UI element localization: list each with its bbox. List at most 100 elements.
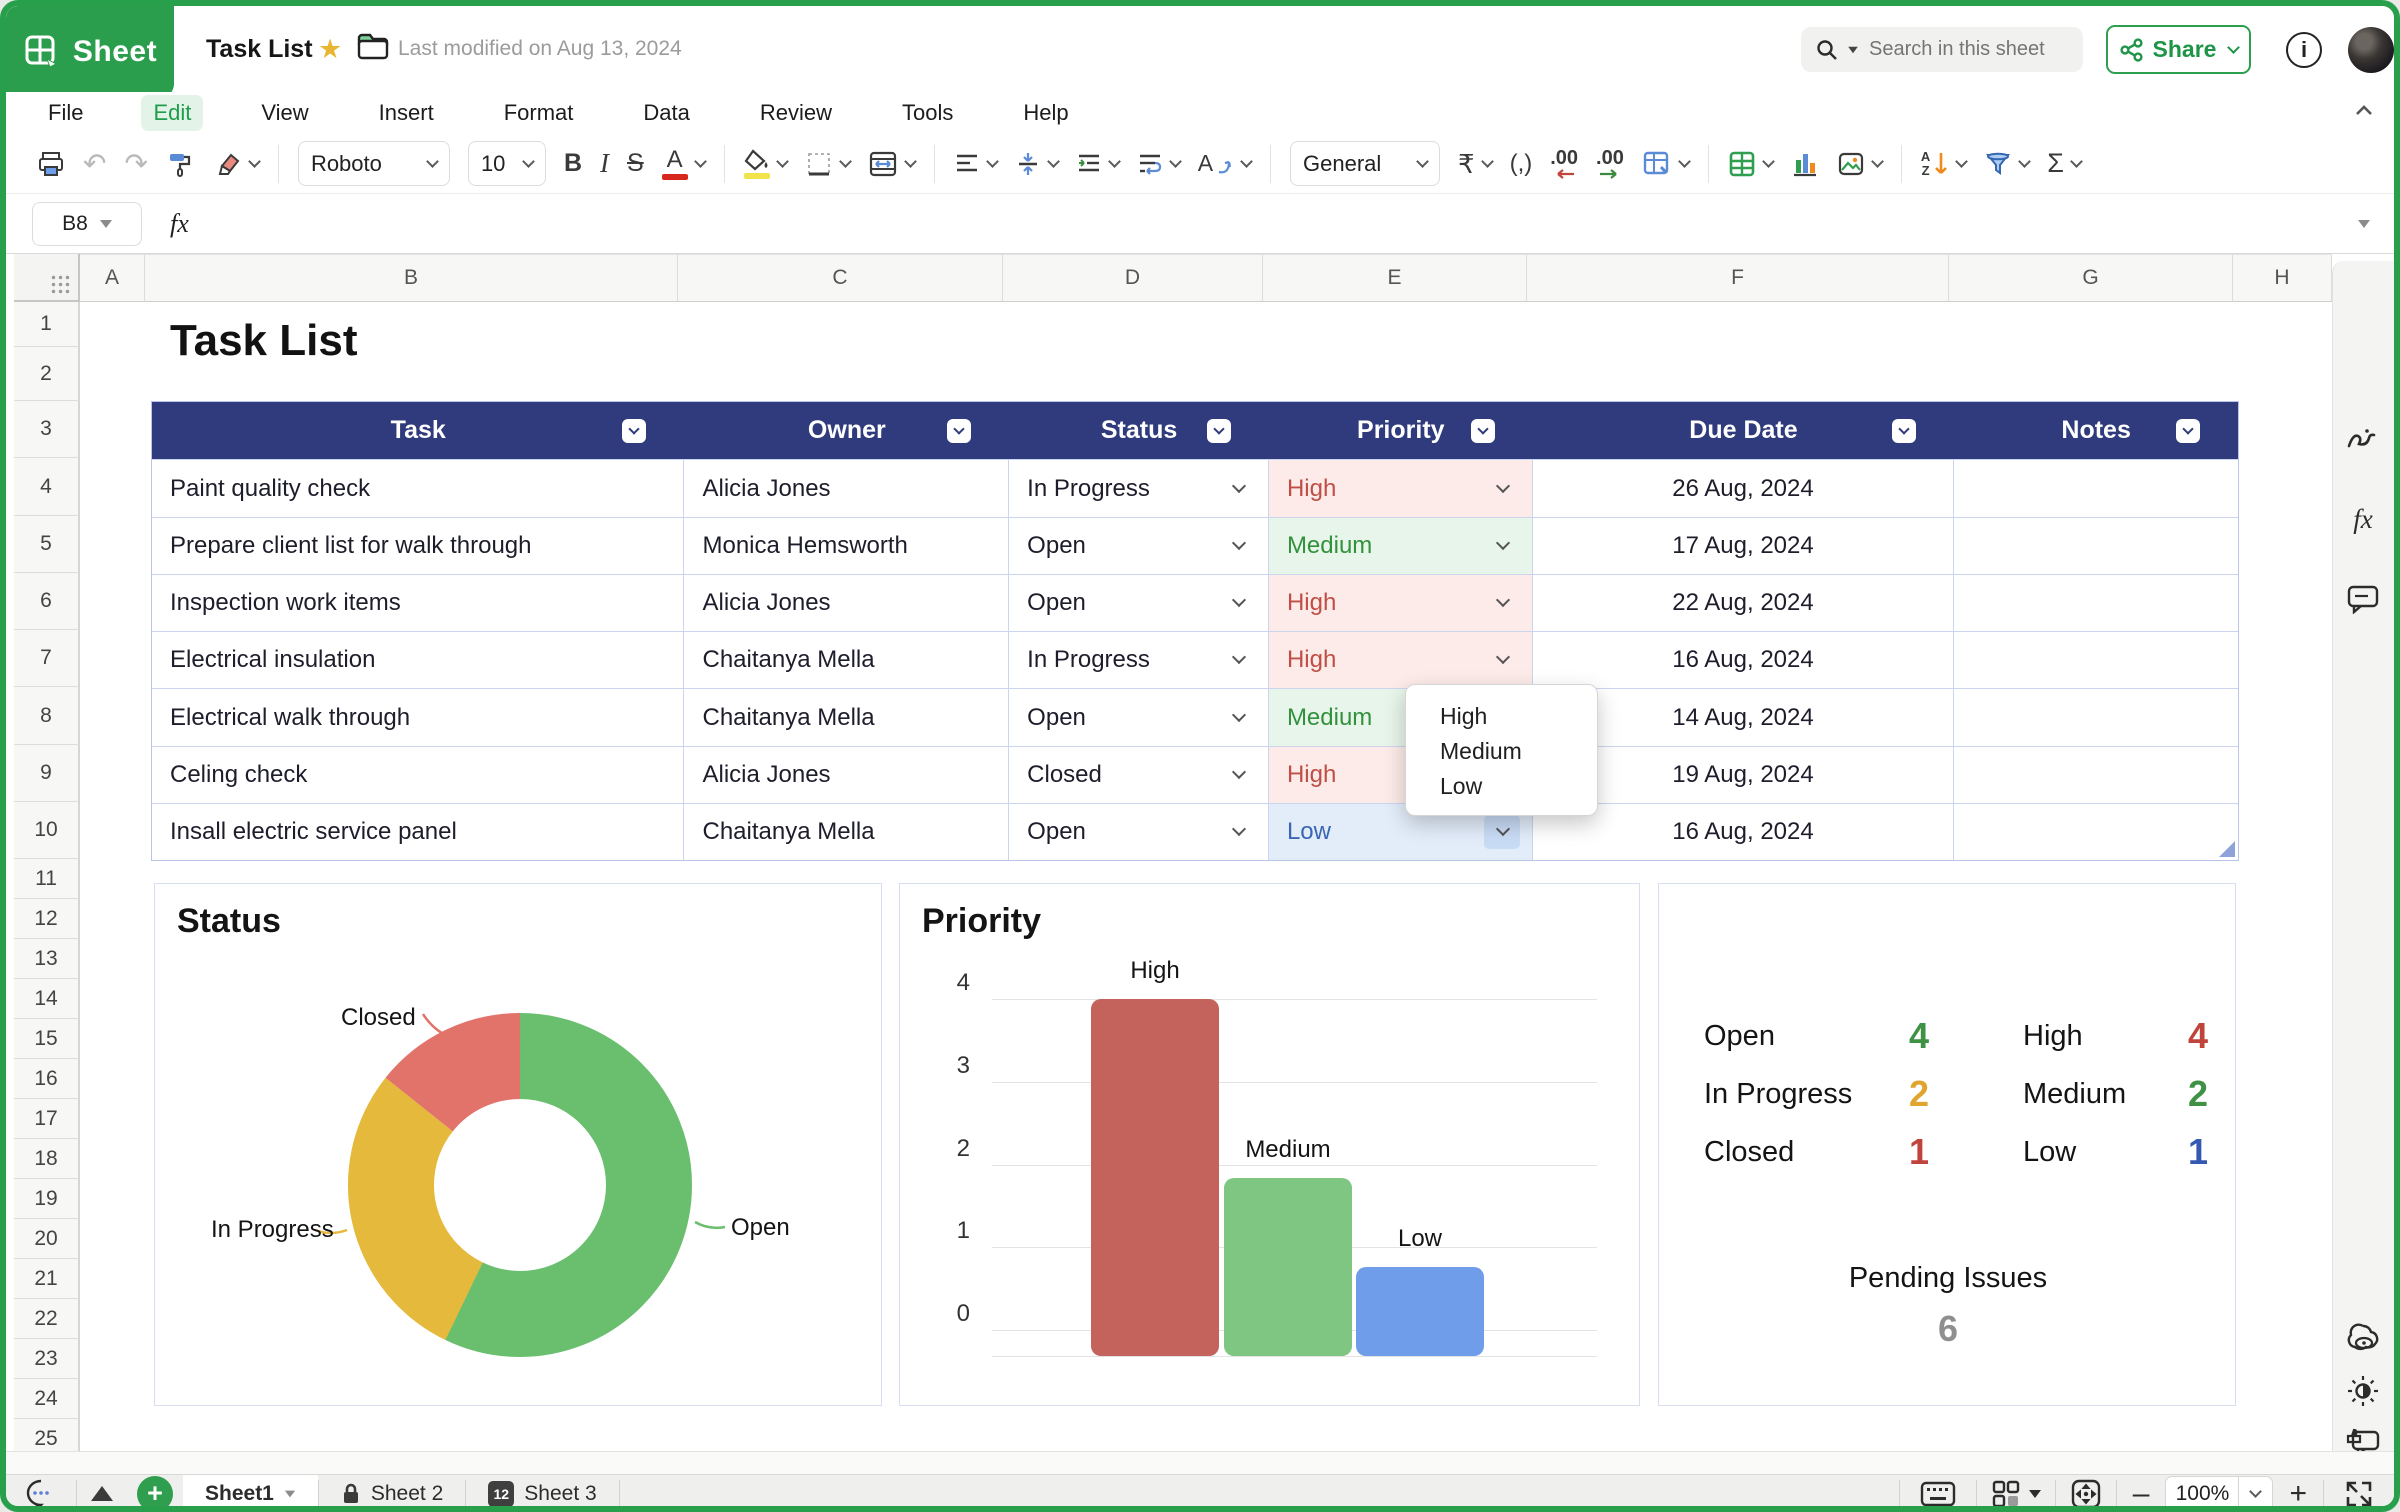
search-scope-chevron-icon[interactable] — [1848, 46, 1858, 52]
column-header-H[interactable]: H — [2233, 254, 2332, 302]
collapse-toolbar-icon[interactable] — [2351, 98, 2377, 124]
row-header-7[interactable]: 7 — [14, 630, 80, 687]
task-cell[interactable]: Celing check — [152, 747, 684, 803]
task-cell[interactable]: Prepare client list for walk through — [152, 518, 684, 574]
filter-button[interactable] — [1984, 150, 2029, 178]
print-button[interactable] — [37, 150, 65, 178]
fill-color-button[interactable] — [744, 149, 787, 179]
table-header-notes[interactable]: Notes — [1954, 402, 2238, 459]
zoom-chevron-icon[interactable] — [2239, 1476, 2273, 1512]
notes-cell[interactable] — [1954, 689, 2238, 746]
status-cell[interactable]: In Progress — [1009, 632, 1269, 688]
priority-cell[interactable]: High — [1269, 460, 1533, 517]
row-header-21[interactable]: 21 — [14, 1259, 80, 1299]
formula-input[interactable] — [211, 202, 2358, 246]
table-resize-handle-icon[interactable] — [2219, 841, 2235, 857]
owner-cell[interactable]: Monica Hemsworth — [684, 518, 1009, 574]
select-all-corner[interactable] — [14, 254, 80, 302]
comments-panel-icon[interactable] — [2332, 584, 2394, 614]
row-header-9[interactable]: 9 — [14, 745, 80, 802]
chat-icon[interactable] — [24, 1478, 58, 1510]
info-icon[interactable]: i — [2286, 32, 2322, 68]
row-header-12[interactable]: 12 — [14, 899, 80, 939]
horizontal-scrollbar[interactable] — [6, 1451, 2394, 1474]
header-filter-dropdown-icon[interactable] — [1892, 419, 1916, 443]
status-dropdown-chevron-icon[interactable] — [1232, 593, 1246, 607]
header-filter-dropdown-icon[interactable] — [1471, 419, 1495, 443]
due-date-cell[interactable]: 22 Aug, 2024 — [1533, 575, 1955, 631]
owner-cell[interactable]: Alicia Jones — [684, 575, 1009, 631]
notes-cell[interactable] — [1954, 632, 2238, 688]
tab-sheet3[interactable]: 12Sheet 3 — [466, 1475, 618, 1512]
row-header-5[interactable]: 5 — [14, 516, 80, 573]
header-filter-dropdown-icon[interactable] — [622, 419, 646, 443]
task-cell[interactable]: Insall electric service panel — [152, 804, 684, 860]
sort-button[interactable]: AZ — [1921, 150, 1966, 178]
row-header-13[interactable]: 13 — [14, 939, 80, 979]
merge-cells-button[interactable] — [868, 150, 915, 178]
table-header-priority[interactable]: Priority — [1269, 402, 1533, 459]
row-header-20[interactable]: 20 — [14, 1219, 80, 1259]
text-color-button[interactable]: A — [662, 148, 705, 180]
format-painter-button[interactable] — [166, 150, 194, 178]
row-header-24[interactable]: 24 — [14, 1379, 80, 1419]
add-sheet-button[interactable]: + — [137, 1476, 173, 1512]
search-box[interactable] — [1801, 27, 2083, 72]
notes-cell[interactable] — [1954, 460, 2238, 517]
priority-dropdown-chevron-icon[interactable] — [1484, 472, 1520, 506]
row-header-1[interactable]: 1 — [14, 302, 80, 347]
row-header-22[interactable]: 22 — [14, 1299, 80, 1339]
insert-table-button[interactable] — [1728, 150, 1773, 178]
scroll-to-selection-icon[interactable] — [2070, 1478, 2102, 1510]
row-header-4[interactable]: 4 — [14, 458, 80, 516]
row-header-14[interactable]: 14 — [14, 979, 80, 1019]
menu-format[interactable]: Format — [492, 95, 586, 131]
priority-dropdown-chevron-icon[interactable] — [1484, 529, 1520, 563]
zia-assistant-icon[interactable] — [2332, 424, 2394, 454]
task-cell[interactable]: Electrical insulation — [152, 632, 684, 688]
wrap-text-button[interactable] — [1137, 152, 1180, 176]
status-cell[interactable]: Closed — [1009, 747, 1269, 803]
number-format-select[interactable]: General — [1290, 141, 1440, 186]
status-cell[interactable]: Open — [1009, 804, 1269, 860]
priority-dropdown-chevron-icon[interactable] — [1484, 586, 1520, 620]
formula-bar-expand-icon[interactable] — [2358, 220, 2370, 228]
row-header-15[interactable]: 15 — [14, 1019, 80, 1059]
folder-icon[interactable] — [356, 32, 390, 62]
column-header-E[interactable]: E — [1263, 254, 1527, 302]
status-dropdown-chevron-icon[interactable] — [1232, 765, 1246, 779]
currency-format-button[interactable]: ₹ — [1458, 151, 1492, 177]
status-dropdown-chevron-icon[interactable] — [1232, 707, 1246, 721]
priority-cell[interactable]: Medium — [1269, 518, 1533, 574]
text-rotate-button[interactable]: A — [1198, 152, 1251, 176]
row-header-18[interactable]: 18 — [14, 1139, 80, 1179]
status-dropdown-chevron-icon[interactable] — [1232, 478, 1246, 492]
header-filter-dropdown-icon[interactable] — [2176, 419, 2200, 443]
sheet-canvas[interactable]: Task List TaskOwnerStatusPriorityDue Dat… — [80, 302, 2338, 1451]
priority-dropdown-chevron-icon[interactable] — [1484, 815, 1520, 849]
menu-help[interactable]: Help — [1011, 95, 1080, 131]
task-cell[interactable]: Inspection work items — [152, 575, 684, 631]
row-header-10[interactable]: 10 — [14, 802, 80, 859]
priority-cell[interactable]: High — [1269, 632, 1533, 688]
header-filter-dropdown-icon[interactable] — [1207, 419, 1231, 443]
due-date-cell[interactable]: 16 Aug, 2024 — [1533, 632, 1955, 688]
search-input[interactable] — [1867, 37, 2067, 62]
font-select[interactable]: Roboto — [298, 141, 450, 186]
owner-cell[interactable]: Chaitanya Mella — [684, 689, 1009, 746]
status-cell[interactable]: Open — [1009, 575, 1269, 631]
undo-button[interactable]: ↶ — [83, 150, 106, 178]
owner-cell[interactable]: Chaitanya Mella — [684, 632, 1009, 688]
decrease-decimal-button[interactable]: .00 — [1550, 148, 1578, 180]
indent-button[interactable] — [1076, 152, 1119, 176]
owner-cell[interactable]: Alicia Jones — [684, 460, 1009, 517]
column-header-A[interactable]: A — [80, 254, 145, 302]
app-logo[interactable]: Sheet — [6, 6, 174, 98]
keyboard-shortcuts-icon[interactable] — [1920, 1481, 1956, 1507]
row-header-17[interactable]: 17 — [14, 1099, 80, 1139]
theme-toggle-icon[interactable] — [2332, 1374, 2394, 1408]
popup-option-high[interactable]: High — [1440, 699, 1597, 734]
comma-format-button[interactable]: (,) — [1510, 152, 1533, 176]
status-cell[interactable]: In Progress — [1009, 460, 1269, 517]
due-date-cell[interactable]: 26 Aug, 2024 — [1533, 460, 1955, 517]
